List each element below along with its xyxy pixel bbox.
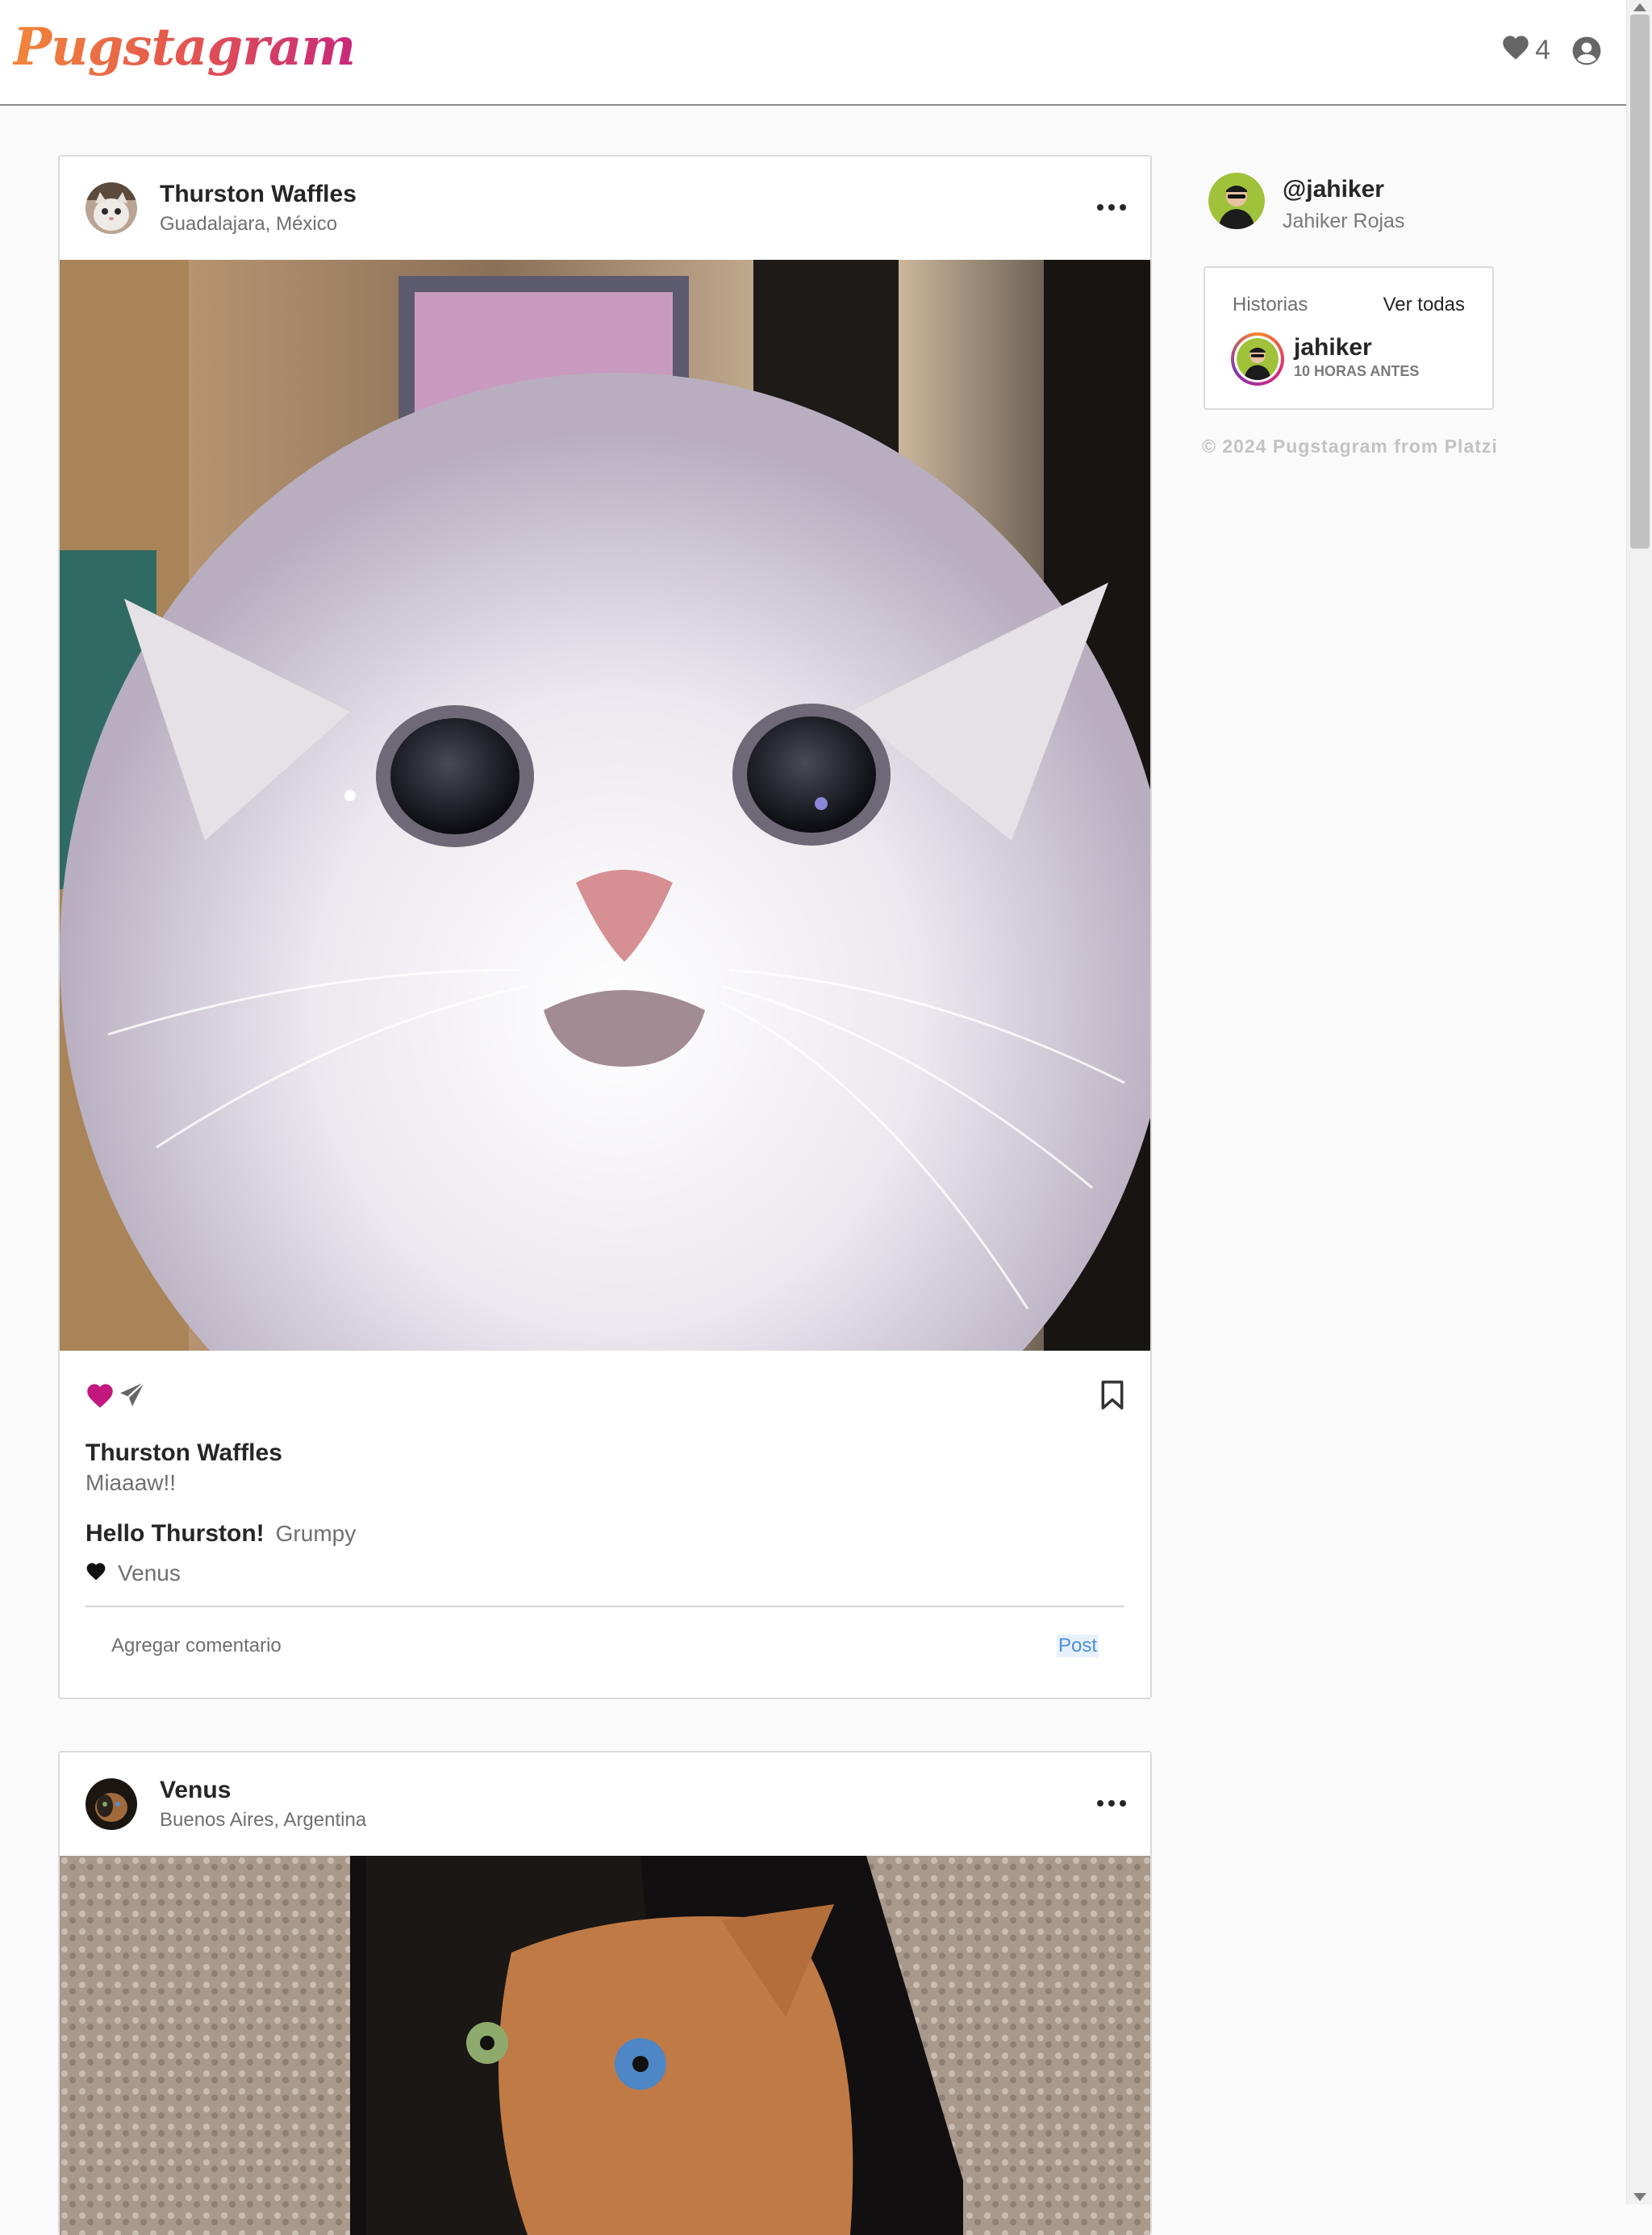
post-username[interactable]: Venus: [160, 1777, 231, 1804]
copyright-text: © 2024 Pugstagram from Platzi: [1202, 436, 1498, 457]
app-logo[interactable]: Pugstagram: [13, 19, 356, 76]
sidebar-fullname: Jahiker Rojas: [1283, 210, 1405, 232]
comment-input[interactable]: [111, 1635, 837, 1657]
post-location: Guadalajara, México: [160, 213, 338, 235]
comment-text: Hello Thurston!: [86, 1520, 265, 1547]
story-avatar[interactable]: [1231, 332, 1284, 386]
story-time: 10 HORAS ANTES: [1294, 363, 1420, 379]
liked-by-name[interactable]: Venus: [118, 1560, 181, 1586]
sidebar-handle[interactable]: @jahiker: [1283, 176, 1384, 203]
heart-icon: [1501, 32, 1530, 69]
stories-title: Historias: [1233, 294, 1308, 315]
post-comment-button[interactable]: Post: [1056, 1635, 1099, 1657]
story-username[interactable]: jahiker: [1294, 334, 1372, 361]
post-card: Venus Buenos Aires, Argentina: [58, 1751, 1152, 2235]
more-options-icon[interactable]: [1097, 195, 1126, 219]
likes-counter[interactable]: 4: [1501, 32, 1550, 69]
header-actions: 4: [1501, 32, 1602, 69]
heart-icon[interactable]: [86, 1381, 115, 1409]
post-actions: [60, 1351, 1150, 1436]
scroll-up-arrow-icon[interactable]: [1633, 3, 1646, 11]
more-options-icon[interactable]: [1097, 1791, 1126, 1815]
post-card: Thurston Waffles Guadalajara, México Thu…: [58, 155, 1152, 1699]
scrollbar-thumb[interactable]: [1630, 15, 1650, 549]
avatar[interactable]: [1208, 173, 1265, 229]
divider: [86, 1606, 1124, 1607]
post-image[interactable]: [60, 260, 1150, 1351]
liked-by: Venus: [86, 1560, 181, 1586]
top-bar: Pugstagram 4: [0, 0, 1626, 106]
user-circle-icon[interactable]: [1571, 36, 1602, 66]
post-username[interactable]: Thurston Waffles: [160, 181, 357, 208]
caption-text: Miaaaw!!: [86, 1470, 177, 1495]
caption-username[interactable]: Thurston Waffles: [86, 1439, 282, 1467]
post-location: Buenos Aires, Argentina: [160, 1809, 367, 1831]
heart-icon: [86, 1560, 106, 1586]
avatar[interactable]: [86, 1778, 137, 1830]
scroll-down-arrow-icon[interactable]: [1633, 2193, 1646, 2201]
post-header: Thurston Waffles Guadalajara, México: [60, 157, 1150, 260]
comment: Hello Thurston! Grumpy: [86, 1520, 356, 1548]
comment-author[interactable]: Grumpy: [276, 1521, 357, 1547]
paper-plane-icon[interactable]: [118, 1380, 147, 1409]
avatar[interactable]: [86, 182, 137, 234]
bookmark-icon[interactable]: [1100, 1380, 1124, 1410]
likes-count: 4: [1535, 35, 1550, 65]
post-header: Venus Buenos Aires, Argentina: [60, 1752, 1150, 1856]
scrollbar[interactable]: [1626, 0, 1652, 2204]
post-image[interactable]: [60, 1856, 1150, 2235]
stories-panel: Historias Ver todas jahiker 10 HORAS ANT…: [1204, 266, 1494, 410]
view-all-stories-link[interactable]: Ver todas: [1383, 294, 1465, 316]
